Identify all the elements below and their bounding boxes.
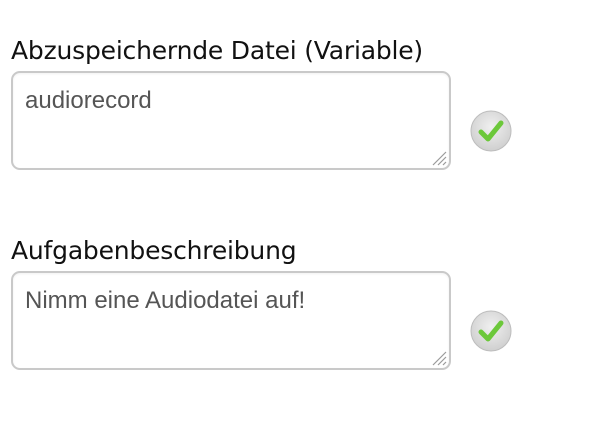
resize-grip-icon[interactable] [429, 148, 447, 166]
check-icon [470, 110, 512, 152]
task-description-textarea[interactable]: Nimm eine Audiodatei auf! [11, 271, 451, 370]
file-variable-value: audiorecord [25, 87, 152, 114]
field-label-file-variable: Abzuspeichernde Datei (Variable) [11, 36, 423, 65]
file-variable-textarea[interactable]: audiorecord [11, 71, 451, 170]
form-page: Abzuspeichernde Datei (Variable) audiore… [0, 0, 594, 432]
resize-grip-icon[interactable] [429, 348, 447, 366]
task-description-value: Nimm eine Audiodatei auf! [25, 287, 306, 314]
check-icon [470, 310, 512, 352]
field-label-task-description: Aufgabenbeschreibung [11, 236, 297, 265]
